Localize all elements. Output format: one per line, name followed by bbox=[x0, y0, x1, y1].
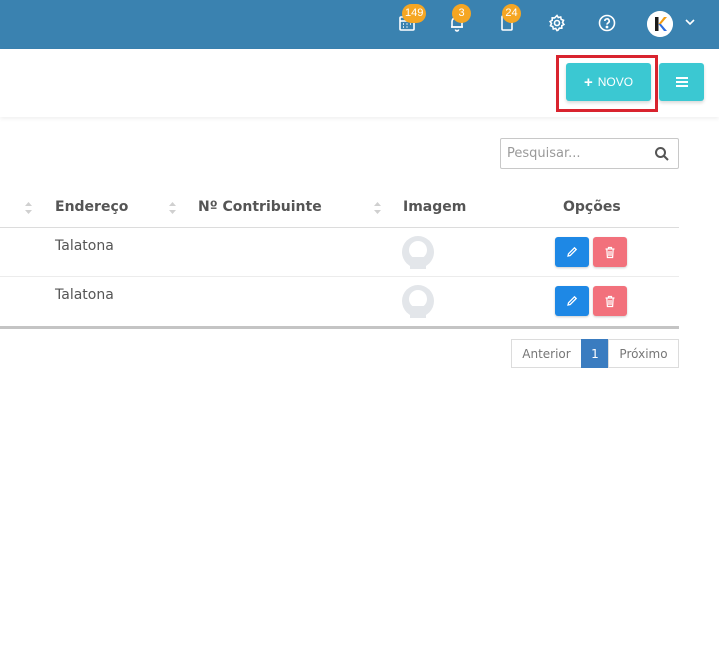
top-navbar: 149 3 24 bbox=[0, 0, 719, 49]
pagination-page-1[interactable]: 1 bbox=[581, 339, 609, 368]
menu-button[interactable] bbox=[659, 63, 704, 101]
sort-icon[interactable] bbox=[373, 198, 382, 218]
calendar-icon[interactable]: 149 bbox=[396, 4, 427, 34]
pencil-icon bbox=[567, 295, 578, 306]
trash-icon bbox=[605, 295, 615, 307]
edit-button[interactable] bbox=[555, 286, 589, 316]
new-button[interactable]: + NOVO bbox=[566, 63, 651, 101]
tasks-badge: 24 bbox=[502, 4, 521, 23]
column-header-address[interactable]: Endereço bbox=[55, 199, 128, 215]
edit-button[interactable] bbox=[555, 237, 589, 267]
pagination-previous[interactable]: Anterior bbox=[511, 339, 582, 368]
hamburger-icon bbox=[675, 77, 688, 87]
notifications-badge: 3 bbox=[452, 4, 471, 23]
column-header-options: Opções bbox=[563, 199, 621, 215]
row-divider bbox=[0, 276, 679, 277]
gear-icon[interactable] bbox=[546, 12, 568, 34]
user-avatar[interactable] bbox=[647, 11, 673, 37]
header-divider bbox=[0, 227, 679, 228]
table-bottom-border bbox=[0, 326, 679, 329]
row-2-address: Talatona bbox=[55, 287, 114, 303]
row-1-address: Talatona bbox=[55, 238, 114, 254]
sort-icon[interactable] bbox=[24, 198, 33, 218]
user-placeholder-icon bbox=[402, 236, 434, 269]
search-input[interactable] bbox=[501, 139, 649, 168]
help-icon[interactable] bbox=[596, 12, 618, 34]
plus-icon: + bbox=[583, 73, 593, 91]
pagination-next[interactable]: Próximo bbox=[608, 339, 679, 368]
search-box bbox=[500, 138, 679, 169]
column-header-image: Imagem bbox=[403, 199, 467, 215]
calendar-badge: 149 bbox=[402, 4, 427, 23]
chevron-down-icon[interactable] bbox=[683, 14, 697, 30]
search-icon[interactable] bbox=[654, 146, 670, 162]
trash-icon bbox=[605, 246, 615, 258]
delete-button[interactable] bbox=[593, 237, 627, 267]
tasks-icon[interactable]: 24 bbox=[496, 4, 521, 34]
column-header-taxpayer[interactable]: Nº Contribuinte bbox=[198, 199, 322, 215]
sort-icon[interactable] bbox=[168, 198, 177, 218]
new-button-label: NOVO bbox=[597, 75, 634, 89]
delete-button[interactable] bbox=[593, 286, 627, 316]
bell-icon[interactable]: 3 bbox=[446, 4, 471, 34]
pencil-icon bbox=[567, 246, 578, 257]
user-placeholder-icon bbox=[402, 285, 434, 318]
